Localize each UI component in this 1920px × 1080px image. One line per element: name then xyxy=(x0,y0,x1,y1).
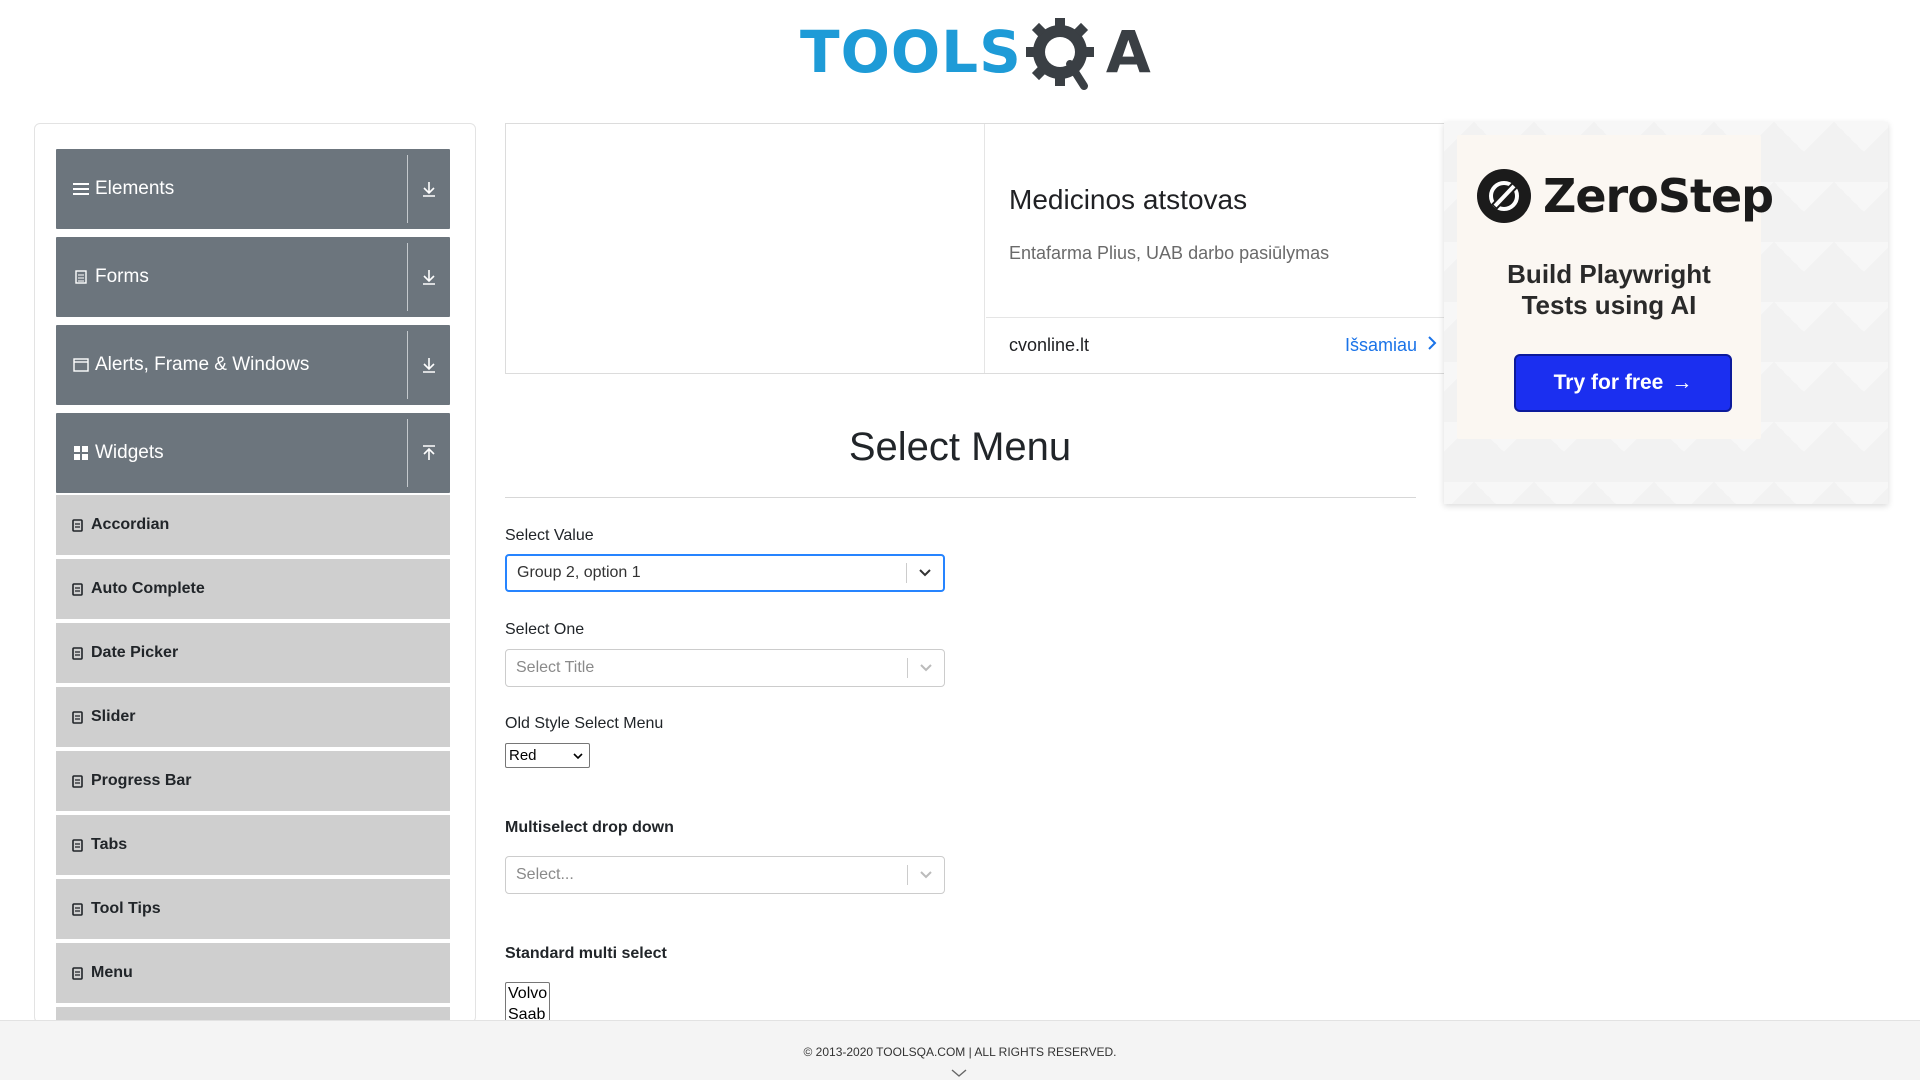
standard-multi-select-label: Standard multi select xyxy=(505,945,667,962)
multiselect-placeholder: Select... xyxy=(516,866,574,883)
ad-subtitle: Entafarma Plius, UAB darbo pasiūlymas xyxy=(1009,243,1330,263)
hamburger-icon xyxy=(73,181,89,197)
sidebar-group-widgets[interactable]: Widgets xyxy=(56,413,450,493)
old-style-select-label: Old Style Select Menu xyxy=(505,715,664,732)
chevron-down-icon[interactable] xyxy=(908,870,944,880)
ad-title: Medicinos atstovas xyxy=(1009,184,1248,215)
multi-select-option[interactable]: Volvo xyxy=(508,983,549,1004)
sidebar-group-elements[interactable]: Elements xyxy=(56,149,450,229)
widgets-grid-icon xyxy=(73,445,89,461)
sidebar-item-date-picker[interactable]: Date Picker xyxy=(56,623,450,685)
select-value-dropdown[interactable]: Group 2, option 1 xyxy=(505,554,945,592)
sidebar-group-alerts[interactable]: Alerts, Frame & Windows xyxy=(56,325,450,405)
promo-card: ZeroStep Build Playwright Tests using AI… xyxy=(1457,135,1774,439)
zerostep-promo[interactable]: ZeroStep Build Playwright Tests using AI… xyxy=(1444,122,1888,504)
try-for-free-button[interactable]: Try for free → xyxy=(1514,354,1732,412)
advertisement-banner[interactable]: Medicinos atstovas Entafarma Plius, UAB … xyxy=(505,123,1445,374)
sidebar-item-slider[interactable]: Slider xyxy=(56,687,450,749)
sidebar-group-label: Forms xyxy=(95,266,149,287)
old-style-select-value: Red xyxy=(509,747,537,764)
chevron-down-icon[interactable] xyxy=(908,663,944,673)
chevron-down-icon xyxy=(573,747,583,764)
promo-headline: Build Playwright Tests using AI xyxy=(1457,259,1761,321)
upload-arrow-icon[interactable] xyxy=(418,439,440,467)
document-icon xyxy=(73,269,89,285)
sidebar-item-label: Progress Bar xyxy=(91,772,192,789)
sidebar-group-label: Elements xyxy=(95,178,175,199)
sidebar-item-tabs[interactable]: Tabs xyxy=(56,815,450,877)
promo-headline-line2: Tests using AI xyxy=(1521,290,1697,320)
logo-text-a: A xyxy=(1105,18,1151,86)
chevron-right-icon xyxy=(1427,335,1437,356)
promo-headline-line1: Build Playwright xyxy=(1507,259,1711,289)
download-arrow-icon[interactable] xyxy=(418,175,440,203)
divider xyxy=(505,497,1416,498)
divider xyxy=(407,331,408,399)
sidebar-item-label: Tabs xyxy=(91,836,128,853)
divider xyxy=(407,155,408,223)
divider xyxy=(986,317,1444,318)
ad-domain: cvonline.lt xyxy=(1009,335,1090,355)
multiselect-dropdown[interactable]: Select... xyxy=(505,856,945,894)
arrow-right-icon: → xyxy=(1671,371,1693,394)
sidebar-item-label: Date Picker xyxy=(91,644,179,661)
sidebar-item-label: Auto Complete xyxy=(91,580,205,597)
ad-details-link[interactable]: Išsamiau xyxy=(1345,335,1437,356)
list-item-icon xyxy=(71,902,83,916)
zerostep-logo-icon xyxy=(1477,169,1531,223)
divider xyxy=(407,243,408,311)
ad-link-label: Išsamiau xyxy=(1345,335,1418,355)
list-item-icon xyxy=(71,518,83,532)
ad-image-area xyxy=(506,124,985,373)
select-one-dropdown[interactable]: Select Title xyxy=(505,649,945,687)
site-logo[interactable]: TOOLS A xyxy=(800,12,1151,92)
download-arrow-icon[interactable] xyxy=(418,351,440,379)
select-one-placeholder: Select Title xyxy=(516,659,595,676)
sidebar-item-label: Menu xyxy=(91,964,133,981)
select-value-label: Select Value xyxy=(505,527,594,544)
list-item-icon xyxy=(71,646,83,660)
list-item-icon xyxy=(71,710,83,724)
sidebar-item-accordian[interactable]: Accordian xyxy=(56,495,450,557)
list-item-icon xyxy=(71,838,83,852)
standard-multi-select[interactable]: Volvo Saab xyxy=(505,982,550,1022)
footer-copyright: © 2013-2020 TOOLSQA.COM | ALL RIGHTS RES… xyxy=(803,1045,1117,1059)
old-style-select[interactable]: Red xyxy=(505,743,590,768)
zerostep-logo: ZeroStep xyxy=(1477,169,1774,223)
sidebar-item-label: Tool Tips xyxy=(91,900,161,917)
left-sidebar: Elements Forms Alerts, Frame & Windows W… xyxy=(34,123,476,1023)
page-title: Select Menu xyxy=(848,425,1072,469)
select-one-label: Select One xyxy=(505,621,585,638)
sidebar-item-label: Slider xyxy=(91,708,136,725)
divider xyxy=(407,419,408,487)
logo-text-tools: TOOLS xyxy=(800,18,1022,86)
download-arrow-icon[interactable] xyxy=(418,263,440,291)
promo-brand-name: ZeroStep xyxy=(1543,169,1774,223)
select-value-current: Group 2, option 1 xyxy=(517,564,641,581)
sidebar-item-menu[interactable]: Menu xyxy=(56,943,450,1005)
sidebar-item-label: Accordian xyxy=(91,516,170,533)
list-item-icon xyxy=(71,774,83,788)
sidebar-group-forms[interactable]: Forms xyxy=(56,237,450,317)
sidebar-item-progress-bar[interactable]: Progress Bar xyxy=(56,751,450,813)
chevron-down-icon[interactable] xyxy=(950,1065,968,1080)
window-icon xyxy=(73,357,89,373)
sidebar-group-label: Alerts, Frame & Windows xyxy=(95,354,310,375)
list-item-icon xyxy=(71,582,83,596)
sidebar-group-label: Widgets xyxy=(95,442,164,463)
sidebar-item-tool-tips[interactable]: Tool Tips xyxy=(56,879,450,941)
page-footer: © 2013-2020 TOOLSQA.COM | ALL RIGHTS RES… xyxy=(0,1020,1920,1080)
sidebar-item-auto-complete[interactable]: Auto Complete xyxy=(56,559,450,621)
multiselect-label: Multiselect drop down xyxy=(505,819,674,836)
button-label: Try for free xyxy=(1553,371,1664,394)
chevron-down-icon[interactable] xyxy=(907,568,943,578)
gear-q-icon xyxy=(1022,12,1106,92)
list-item-icon xyxy=(71,966,83,980)
